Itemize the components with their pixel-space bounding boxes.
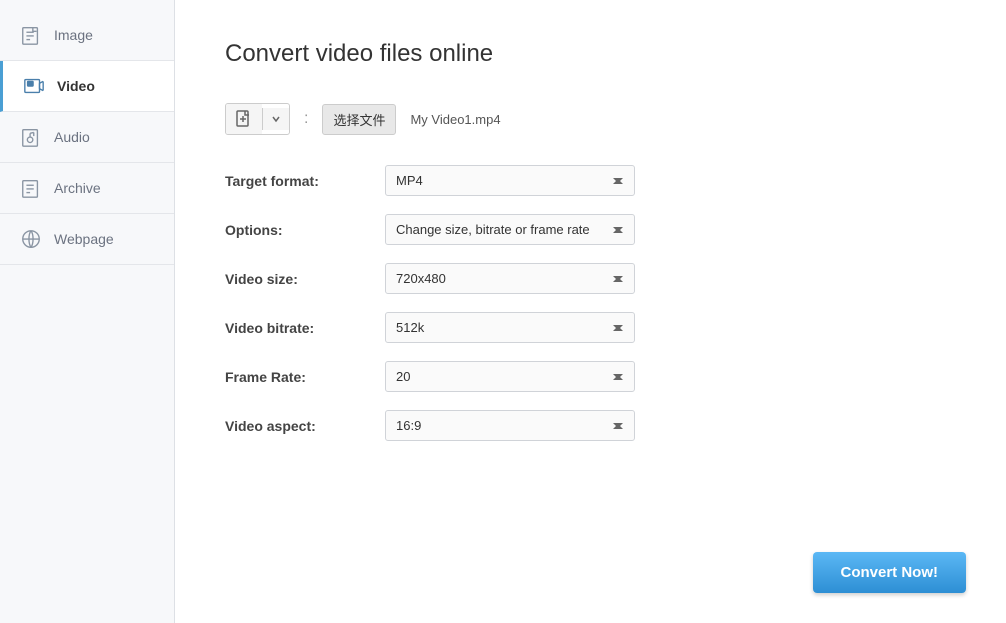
label-video-aspect: Video aspect: <box>225 418 385 434</box>
choose-file-button[interactable]: 选择文件 <box>322 104 396 135</box>
form-row-video-aspect: Video aspect:16:94:31:121:9 <box>225 410 956 441</box>
file-add-button[interactable] <box>226 104 262 134</box>
file-name-display: My Video1.mp4 <box>410 112 500 127</box>
sidebar-item-audio[interactable]: Audio <box>0 112 174 163</box>
sidebar-item-video[interactable]: Video <box>0 61 174 112</box>
audio-icon <box>20 126 42 148</box>
select-frame-rate[interactable]: 2024253060 <box>385 361 635 392</box>
convert-now-button[interactable]: Convert Now! <box>813 552 967 593</box>
select-video-bitrate[interactable]: 512k256k1024k2048k128k <box>385 312 635 343</box>
sidebar-item-image[interactable]: Image <box>0 10 174 61</box>
sidebar-item-webpage[interactable]: Webpage <box>0 214 174 265</box>
form-row-video-bitrate: Video bitrate:512k256k1024k2048k128k <box>225 312 956 343</box>
form-row-video-size: Video size:720x4801280x7201920x1080640x3… <box>225 263 956 294</box>
label-target-format: Target format: <box>225 173 385 189</box>
page-title: Convert video files online <box>225 40 956 68</box>
file-btn-group <box>225 103 290 135</box>
webpage-icon <box>20 228 42 250</box>
label-options: Options: <box>225 222 385 238</box>
sidebar: Image Video Audio Archi <box>0 0 175 623</box>
sidebar-item-image-label: Image <box>54 27 93 43</box>
label-video-size: Video size: <box>225 271 385 287</box>
select-video-size[interactable]: 720x4801280x7201920x1080640x360480x360 <box>385 263 635 294</box>
file-separator: : <box>304 110 308 128</box>
image-icon <box>20 24 42 46</box>
main-content: Convert video files online : 选择文件 My Vid… <box>175 0 1006 623</box>
sidebar-item-video-label: Video <box>57 78 95 94</box>
sidebar-item-archive[interactable]: Archive <box>0 163 174 214</box>
file-upload-row: : 选择文件 My Video1.mp4 <box>225 103 956 135</box>
form-fields: Target format:MP4AVIMOVMKVWMVFLVWebM Opti… <box>225 165 956 441</box>
file-dropdown-button[interactable] <box>262 108 289 130</box>
sidebar-item-audio-label: Audio <box>54 129 90 145</box>
sidebar-item-archive-label: Archive <box>54 180 101 196</box>
label-video-bitrate: Video bitrate: <box>225 320 385 336</box>
archive-icon <box>20 177 42 199</box>
label-frame-rate: Frame Rate: <box>225 369 385 385</box>
chevron-down-icon <box>271 114 281 124</box>
form-row-frame-rate: Frame Rate:2024253060 <box>225 361 956 392</box>
video-icon <box>23 75 45 97</box>
file-add-icon <box>236 110 252 128</box>
select-options[interactable]: Change size, bitrate or frame rateDefaul… <box>385 214 635 245</box>
sidebar-item-webpage-label: Webpage <box>54 231 114 247</box>
select-target-format[interactable]: MP4AVIMOVMKVWMVFLVWebM <box>385 165 635 196</box>
select-video-aspect[interactable]: 16:94:31:121:9 <box>385 410 635 441</box>
form-row-target-format: Target format:MP4AVIMOVMKVWMVFLVWebM <box>225 165 956 196</box>
form-row-options: Options:Change size, bitrate or frame ra… <box>225 214 956 245</box>
